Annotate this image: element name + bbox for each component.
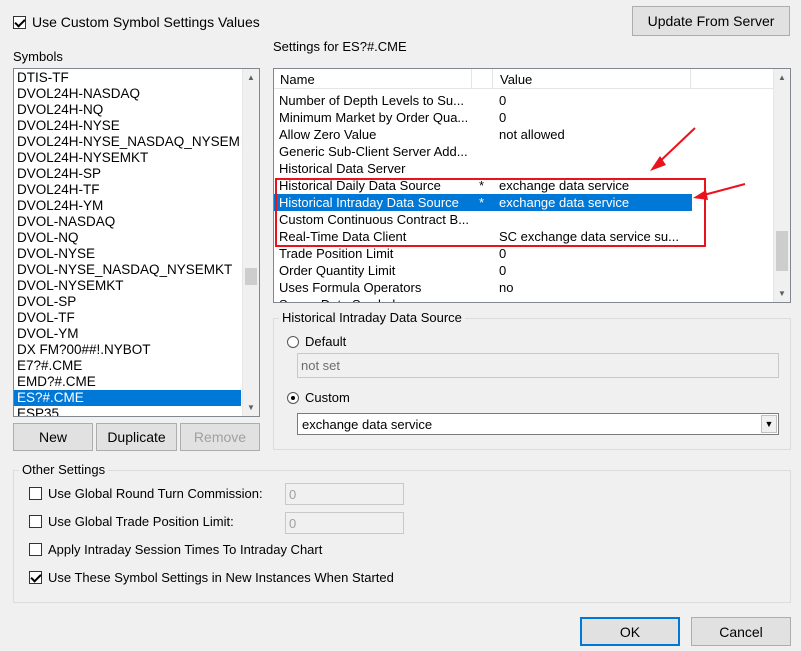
custom-label: Custom	[305, 390, 350, 405]
column-header-name[interactable]: Name	[280, 72, 315, 87]
symbol-list-item[interactable]: ES?#.CME	[14, 390, 241, 406]
trade-limit-input[interactable]: 0	[285, 512, 404, 534]
scroll-up-icon[interactable]: ▲	[774, 69, 790, 86]
intraday-session-checkbox-box[interactable]	[29, 543, 42, 556]
scroll-thumb[interactable]	[245, 268, 257, 285]
round-turn-input[interactable]: 0	[285, 483, 404, 505]
settings-row[interactable]: Order Quantity Limit 0	[274, 262, 692, 279]
column-header-value[interactable]: Value	[500, 72, 532, 87]
symbol-list-item[interactable]: DVOL-SP	[14, 294, 241, 310]
settings-cell-name: Number of Depth Levels to Su...	[279, 93, 464, 108]
settings-scrollbar[interactable]: ▲ ▼	[773, 69, 790, 302]
default-radio-icon[interactable]	[287, 335, 299, 348]
symbol-list-item[interactable]: DVOL24H-NQ	[14, 102, 241, 118]
symbol-list-item[interactable]: DVOL-YM	[14, 326, 241, 342]
symbol-list-item[interactable]: DVOL-NYSE_NASDAQ_NYSEMKT	[14, 262, 241, 278]
intraday-source-group-title: Historical Intraday Data Source	[279, 310, 465, 325]
default-radio[interactable]: Default	[287, 334, 346, 349]
round-turn-label: Use Global Round Turn Commission:	[48, 486, 263, 501]
settings-cell-name: Allow Zero Value	[279, 127, 377, 142]
symbol-list-item[interactable]: DTIS-TF	[14, 70, 241, 86]
settings-cell-value: 0	[499, 246, 507, 261]
symbols-label: Symbols	[13, 49, 63, 64]
symbol-list-item[interactable]: DVOL24H-NYSE_NASDAQ_NYSEMKT	[14, 134, 241, 150]
intraday-session-checkbox[interactable]: Apply Intraday Session Times To Intraday…	[29, 542, 322, 557]
settings-cell-name: Trade Position Limit	[279, 246, 394, 261]
symbol-list-item[interactable]: DVOL24H-NYSEMKT	[14, 150, 241, 166]
custom-value-select[interactable]: exchange data service ▼	[297, 413, 779, 435]
settings-row[interactable]: Uses Formula Operators no	[274, 279, 692, 296]
symbol-list-item[interactable]: E7?#.CME	[14, 358, 241, 374]
round-turn-checkbox-box[interactable]	[29, 487, 42, 500]
round-turn-checkbox[interactable]: Use Global Round Turn Commission:	[29, 486, 263, 501]
settings-cell-value: 0	[499, 263, 507, 278]
default-label: Default	[305, 334, 347, 349]
duplicate-symbol-button[interactable]: Duplicate	[96, 423, 177, 451]
cancel-button[interactable]: Cancel	[691, 617, 791, 646]
symbols-list: DTIS-TF DVOL24H-NASDAQ DVOL24H-NQ DVOL24H-N…	[14, 70, 241, 416]
other-settings-title: Other Settings	[19, 462, 109, 477]
settings-cell-name: Historical Data Server	[279, 161, 406, 176]
update-from-server-button[interactable]: Update From Server	[632, 6, 790, 36]
symbol-list-item[interactable]: DVOL24H-TF	[14, 182, 241, 198]
settings-cell-value: 0	[499, 93, 507, 108]
settings-cell-name: Server Data Symbol	[279, 296, 471, 302]
use-custom-label: Use Custom Symbol Settings Values	[32, 14, 260, 30]
settings-row[interactable]: Number of Depth Levels to Su... 0	[274, 92, 692, 109]
new-symbol-button[interactable]: New	[13, 423, 93, 451]
symbol-list-item[interactable]: DVOL-NASDAQ	[14, 214, 241, 230]
settings-row[interactable]: Trade Position Limit 0	[274, 245, 692, 262]
new-instances-label: Use These Symbol Settings in New Instanc…	[48, 570, 394, 585]
settings-cell-name: Minimum Market by Order Qua...	[279, 110, 469, 125]
symbol-list-item[interactable]: DVOL24H-YM	[14, 198, 241, 214]
scroll-thumb[interactable]	[776, 231, 788, 271]
chevron-down-icon[interactable]: ▼	[761, 415, 777, 433]
settings-grid-header: Name Value	[274, 69, 773, 89]
trade-limit-checkbox[interactable]: Use Global Trade Position Limit:	[29, 514, 234, 529]
use-custom-settings-checkbox[interactable]: Use Custom Symbol Settings Values	[13, 14, 260, 30]
symbols-listbox[interactable]: DTIS-TF DVOL24H-NASDAQ DVOL24H-NQ DVOL24H-N…	[13, 68, 260, 417]
trade-limit-checkbox-box[interactable]	[29, 515, 42, 528]
symbol-list-item[interactable]: ESP35	[14, 406, 241, 416]
settings-title: Settings for ES?#.CME	[273, 39, 407, 54]
symbol-list-item[interactable]: DVOL24H-SP	[14, 166, 241, 182]
symbols-scrollbar[interactable]: ▲ ▼	[242, 69, 259, 416]
symbol-list-item[interactable]: EMD?#.CME	[14, 374, 241, 390]
scroll-up-icon[interactable]: ▲	[243, 69, 259, 86]
settings-cell-value: no	[499, 280, 514, 295]
settings-cell-name: Generic Sub-Client Server Add...	[279, 144, 468, 159]
symbol-list-item[interactable]: DVOL-NYSEMKT	[14, 278, 241, 294]
symbol-list-item[interactable]: DX FM?00##!.NYBOT	[14, 342, 241, 358]
settings-cell-name: Order Quantity Limit	[279, 263, 396, 278]
symbol-list-item[interactable]: DVOL24H-NYSE	[14, 118, 241, 134]
settings-cell-name: Uses Formula Operators	[279, 280, 422, 295]
custom-radio[interactable]: Custom	[287, 390, 350, 405]
scroll-down-icon[interactable]: ▼	[243, 399, 259, 416]
scroll-down-icon[interactable]: ▼	[774, 285, 790, 302]
remove-symbol-button[interactable]: Remove	[180, 423, 260, 451]
custom-value-text: exchange data service	[302, 417, 433, 432]
symbol-list-item[interactable]: DVOL-TF	[14, 310, 241, 326]
intraday-session-label: Apply Intraday Session Times To Intraday…	[48, 542, 323, 557]
ok-button[interactable]: OK	[580, 617, 680, 646]
settings-row[interactable]: Server Data Symbol	[274, 296, 692, 302]
symbol-list-item[interactable]: DVOL24H-NASDAQ	[14, 86, 241, 102]
use-custom-checkbox-box[interactable]	[13, 15, 26, 29]
trade-limit-label: Use Global Trade Position Limit:	[48, 514, 234, 529]
custom-radio-icon[interactable]	[287, 391, 299, 404]
symbol-list-item[interactable]: DVOL-NQ	[14, 230, 241, 246]
symbol-list-item[interactable]: DVOL-NYSE	[14, 246, 241, 262]
new-instances-checkbox[interactable]: Use These Symbol Settings in New Instanc…	[29, 570, 394, 585]
new-instances-checkbox-box[interactable]	[29, 571, 42, 584]
default-value-field: not set	[297, 353, 779, 378]
annotation-arrows	[650, 127, 746, 200]
